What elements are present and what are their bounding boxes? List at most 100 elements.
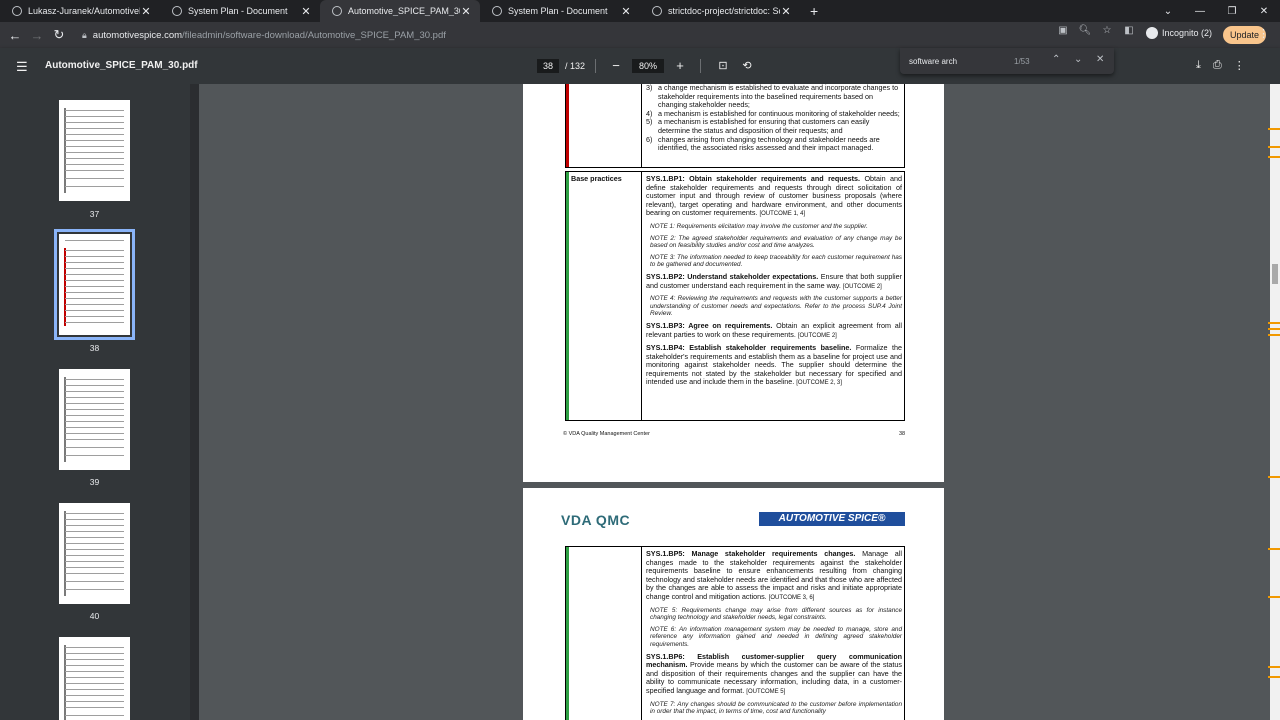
tab-system-plan-2[interactable]: System Plan - Document ✕	[480, 0, 640, 22]
zoom-input[interactable]: 80%	[632, 58, 665, 73]
base-practices-table-cont: SYS.1.BP5: Manage stakeholder requiremen…	[565, 546, 905, 720]
note: NOTE 5: Requirements change may arise fr…	[650, 606, 902, 622]
pdf-page-38: 3) a change mechanism is established to e…	[523, 84, 944, 482]
outcome-text: a mechanism is established for ensuring …	[658, 117, 870, 135]
bp-outcome: [OUTCOME 2]	[842, 283, 882, 290]
outcomes-list: 3) a change mechanism is established to e…	[646, 84, 902, 153]
bookmark-star-icon[interactable]: ☆	[1098, 25, 1116, 36]
close-icon[interactable]: ✕	[780, 5, 792, 18]
zoom-icon[interactable]: 🔍︎	[1076, 25, 1094, 36]
base-practices-content: SYS.1.BP1: Obtain stakeholder requiremen…	[646, 174, 902, 392]
install-app-icon[interactable]: ▣	[1054, 25, 1072, 36]
page-number-input[interactable]: 38	[537, 58, 559, 73]
bp-outcome: [OUTCOME 2]	[797, 332, 837, 339]
close-icon[interactable]: ✕	[620, 5, 632, 18]
page-footer-copyright: © VDA Quality Management Center	[563, 431, 650, 437]
thumbnail-sidebar: 37 38 39 40	[0, 84, 190, 720]
base-practices-heading: Base practices	[571, 174, 622, 183]
viewer-scrollbar[interactable]	[1270, 84, 1280, 720]
find-marker	[1268, 328, 1280, 330]
globe-icon	[332, 6, 342, 16]
sidebar-scrollbar[interactable]	[190, 84, 199, 720]
rotate-icon[interactable]: ⟲	[735, 59, 759, 72]
address-bar[interactable]: 🔒︎ automotivespice.com /fileadmin/softwa…	[78, 25, 1068, 45]
github-icon	[652, 6, 662, 16]
bp-text: Manage all changes made to the stakehold…	[646, 549, 902, 601]
browser-menu-icon[interactable]: ⋮	[1258, 27, 1269, 40]
base-practices-table: Base practices SYS.1.BP1: Obtain stakeho…	[565, 171, 905, 421]
zoom-out-button[interactable]: −	[606, 58, 626, 73]
note: NOTE 6: An information management system…	[650, 625, 902, 648]
pdf-page-39: VDA QMC AUTOMOTIVE SPICE® SYS.1.BP5: Man…	[523, 488, 944, 720]
find-bar: software arch 1/53 ⌃ ⌄ ✕	[900, 48, 1114, 74]
divider	[595, 58, 597, 73]
page-controls: 38 / 132 − 80% + ⊡ ⟲	[537, 58, 759, 73]
note: NOTE 7: Any changes should be communicat…	[650, 700, 902, 716]
find-previous-icon[interactable]: ⌃	[1052, 54, 1060, 65]
more-options-icon[interactable]: ⋮	[1234, 59, 1245, 72]
page-thumbnail[interactable]	[59, 100, 130, 201]
browser-toolbar: ← → ↻ 🔒︎ automotivespice.com /fileadmin/…	[0, 22, 1280, 48]
back-icon[interactable]: ←	[4, 28, 26, 43]
note: NOTE 4: Reviewing the requirements and r…	[650, 295, 902, 318]
print-icon[interactable]: ⎙	[1213, 59, 1222, 72]
globe-icon	[492, 6, 502, 16]
globe-icon	[172, 6, 182, 16]
forward-icon[interactable]: →	[26, 28, 48, 43]
tab-label: Lukasz-Juranek/AutomotiveDesig	[28, 6, 140, 16]
outcome-text: a change mechanism is established to eva…	[658, 84, 899, 110]
scrollbar-thumb[interactable]	[1272, 264, 1278, 284]
address-bar-actions: ▣ 🔍︎ ☆ ◧	[1054, 25, 1138, 36]
page-thumbnail-selected[interactable]	[54, 229, 135, 340]
outcomes-table: 3) a change mechanism is established to e…	[565, 84, 905, 168]
menu-icon[interactable]: ☰	[16, 59, 28, 75]
tab-automotive-spice-pdf[interactable]: Automotive_SPICE_PAM_30.pdf ✕	[320, 0, 480, 22]
close-icon[interactable]: ✕	[300, 5, 312, 18]
note: NOTE 1: Requirements elicitation may inv…	[650, 222, 868, 230]
find-marker	[1268, 596, 1280, 598]
fit-page-icon[interactable]: ⊡	[711, 59, 735, 72]
close-icon[interactable]: ✕	[140, 5, 152, 18]
bp-outcome: [OUTCOME 3, 6]	[768, 594, 815, 601]
incognito-label: Incognito (2)	[1162, 28, 1213, 38]
bp-outcome: [OUTCOME 5]	[746, 688, 786, 695]
thumbnail-label: 38	[89, 343, 100, 353]
page-thumbnail[interactable]	[59, 637, 130, 720]
page-footer-number: 38	[899, 431, 906, 437]
process-color-bar	[566, 172, 569, 420]
incognito-profile[interactable]: Incognito (2)	[1146, 27, 1212, 39]
tab-automotive-design[interactable]: Lukasz-Juranek/AutomotiveDesig ✕	[0, 0, 160, 22]
page-thumbnail[interactable]	[59, 369, 130, 470]
reload-icon[interactable]: ↻	[48, 27, 70, 43]
close-icon[interactable]: ✕	[460, 5, 472, 18]
chevron-down-icon[interactable]: ⌄	[1152, 6, 1184, 17]
find-marker	[1268, 548, 1280, 550]
close-window-icon[interactable]: ✕	[1248, 6, 1280, 17]
outcome-number: 3)	[646, 84, 653, 92]
document-title: Automotive_SPICE_PAM_30.pdf	[45, 60, 198, 71]
outcome-number: 6)	[646, 134, 653, 144]
url-path: /fileadmin/software-download/Automotive_…	[182, 29, 446, 41]
minimize-icon[interactable]: —	[1184, 6, 1216, 17]
process-color-bar	[566, 84, 569, 167]
page-thumbnail[interactable]	[59, 503, 130, 604]
find-input[interactable]: software arch	[909, 57, 957, 66]
sidepanel-icon[interactable]: ◧	[1120, 25, 1138, 36]
find-next-icon[interactable]: ⌄	[1074, 54, 1082, 65]
restore-icon[interactable]: ❐	[1216, 6, 1248, 17]
find-close-icon[interactable]: ✕	[1096, 54, 1104, 65]
zoom-in-button[interactable]: +	[670, 58, 690, 73]
find-marker	[1268, 334, 1280, 336]
incognito-icon	[1146, 27, 1158, 39]
tab-system-plan[interactable]: System Plan - Document ✕	[160, 0, 320, 22]
tab-strictdoc[interactable]: strictdoc-project/strictdoc: Softw ✕	[640, 0, 800, 22]
github-icon	[12, 6, 22, 16]
base-practices-content: SYS.1.BP5: Manage stakeholder requiremen…	[646, 549, 902, 720]
url-host: automotivespice.com	[92, 29, 183, 41]
download-icon[interactable]: ⤓	[1196, 59, 1201, 72]
pdf-viewer: 3) a change mechanism is established to e…	[199, 84, 1270, 720]
new-tab-button[interactable]: +	[800, 3, 828, 19]
thumbnail-label: 40	[89, 611, 100, 621]
lock-icon[interactable]: 🔒︎	[82, 30, 87, 41]
outcome-text: changes arising from changing technology…	[658, 134, 880, 153]
